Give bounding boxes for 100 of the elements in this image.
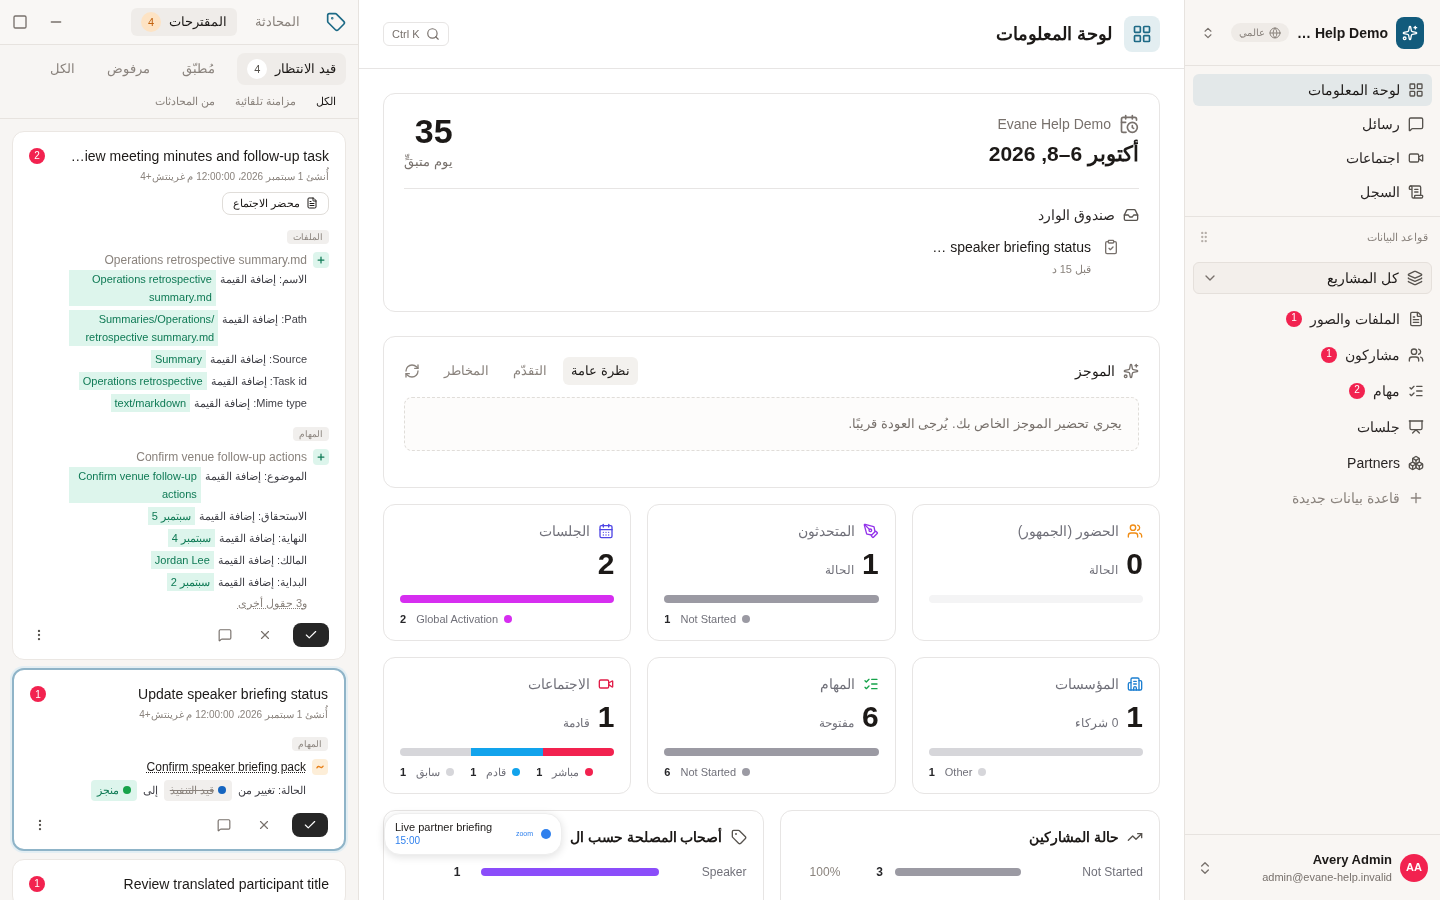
field-label: الموضوع: إضافة القيمة bbox=[204, 468, 307, 485]
change-label: الحالة: تغيير من bbox=[237, 783, 306, 799]
tab[interactable]: التقدّم bbox=[505, 357, 555, 385]
stat-value: 1 bbox=[597, 702, 615, 732]
user-name: Avery Admin bbox=[1311, 850, 1392, 869]
people-icon bbox=[1127, 523, 1143, 539]
stat-title: المهام bbox=[819, 675, 855, 694]
nav-item[interactable]: رسائل bbox=[1193, 108, 1432, 140]
tab[interactable]: المحادثة bbox=[245, 8, 310, 36]
legend-count: 1 bbox=[664, 612, 671, 627]
field-value: Summary bbox=[150, 349, 206, 368]
database-link[interactable]: مشاركون bbox=[1345, 344, 1400, 365]
legend-count: 1 bbox=[470, 765, 477, 780]
suggestion-title: Review translated participant title bbox=[123, 874, 329, 894]
stat-value: 1 bbox=[862, 549, 879, 579]
created-time: أُنشئ 1 سبتمبر 2026، 12:00:00 م غرينتش+4 bbox=[30, 707, 328, 722]
change-to-word: إلى bbox=[142, 783, 158, 799]
source-filter[interactable]: الكل bbox=[316, 93, 336, 110]
nav-item[interactable]: السجل bbox=[1193, 176, 1432, 208]
sparkles-icon bbox=[1402, 24, 1418, 41]
database-link[interactable]: الملفات والصور bbox=[1310, 308, 1400, 329]
stat-sublabel: الحالة bbox=[1089, 562, 1119, 578]
people-icon bbox=[1408, 346, 1424, 363]
brief-message: يجري تحضير الموجز الخاص بك. يُرجى العودة قريبًا. bbox=[404, 397, 1139, 451]
stat-value: 6 bbox=[862, 702, 879, 732]
tag-icon bbox=[326, 12, 346, 32]
legend-count: 1 bbox=[400, 765, 407, 780]
stat-title: المتحدثون bbox=[797, 522, 855, 541]
refresh-icon[interactable] bbox=[404, 363, 420, 379]
meeting-time: 15:00 bbox=[395, 834, 422, 848]
check-icon bbox=[304, 628, 318, 642]
created-time: أُنشئ 1 سبتمبر 2026، 12:00:00 م غرينتش+4 bbox=[29, 168, 329, 184]
database-link[interactable]: مهام bbox=[1373, 380, 1400, 401]
legend-count: 2 bbox=[400, 612, 407, 627]
field-label: الاستحقاق: إضافة القيمة bbox=[198, 508, 307, 525]
user-email: admin@evane-help.invalid bbox=[1262, 870, 1392, 885]
checklist-icon bbox=[862, 676, 879, 692]
grid-icon bbox=[1408, 82, 1424, 98]
stat-sublabel: قادمة bbox=[562, 715, 590, 731]
chat-bubble-icon bbox=[1408, 116, 1424, 132]
legend-count: 1 bbox=[928, 765, 935, 780]
source-filter[interactable]: من المحادثات bbox=[154, 93, 215, 110]
card-title: الموجز bbox=[1075, 362, 1115, 381]
search-button[interactable]: Ctrl K bbox=[383, 22, 449, 46]
layers-icon bbox=[1407, 269, 1423, 286]
calendar-icon bbox=[598, 523, 615, 539]
item-name: Confirm venue follow-up actions bbox=[136, 448, 307, 466]
search-icon bbox=[425, 27, 440, 41]
add-database-link[interactable]: قاعدة بيانات جديدة bbox=[1292, 487, 1400, 508]
group-label: المهام bbox=[292, 737, 328, 751]
project-filter[interactable]: كل المشاريع bbox=[1193, 261, 1432, 294]
legend-label: Not Started bbox=[680, 765, 737, 780]
stat-sublabel: مفتوحة bbox=[819, 715, 854, 731]
source-button[interactable]: محضر الاجتماع bbox=[221, 191, 329, 215]
filter-tab[interactable]: الكل bbox=[40, 53, 86, 85]
row-count: 3 bbox=[876, 864, 883, 881]
stat-sublabel: الحالة bbox=[825, 562, 854, 578]
video-camera-icon bbox=[598, 676, 615, 692]
tab[interactable]: المخاطر bbox=[436, 357, 497, 385]
pen-icon bbox=[862, 523, 879, 539]
filter-tab[interactable]: مرفوض bbox=[97, 53, 161, 85]
section-title: قواعد البيانات bbox=[1366, 230, 1428, 246]
checkbox-icon[interactable] bbox=[12, 14, 28, 30]
database-link[interactable]: جلسات bbox=[1357, 416, 1400, 437]
field-value: Operations retrospective summary.md bbox=[69, 269, 216, 306]
count-badge: 2 bbox=[29, 147, 45, 164]
field-value: text/markdown bbox=[110, 393, 191, 412]
grid-icon bbox=[1132, 24, 1152, 44]
video-camera-icon bbox=[1408, 150, 1424, 166]
count-badge: 2 bbox=[1349, 382, 1365, 399]
stat-title: الحضور (الجمهور) bbox=[1017, 522, 1119, 541]
database-link[interactable]: Partners bbox=[1347, 452, 1400, 473]
approve-button[interactable] bbox=[293, 623, 329, 647]
field-value: سبتمبر 2 bbox=[166, 572, 214, 591]
legend-label: Global Activation bbox=[416, 612, 499, 627]
meeting-title: Live partner briefing bbox=[395, 820, 494, 835]
suggestion-title: …iew meeting minutes and follow-up task bbox=[70, 146, 329, 166]
nav-item[interactable]: اجتماعات bbox=[1193, 142, 1432, 174]
item-name[interactable]: Confirm speaker briefing pack bbox=[146, 758, 306, 776]
count-badge: 1 bbox=[30, 686, 46, 702]
document-icon bbox=[1408, 310, 1424, 327]
stat-value: 2 bbox=[597, 549, 615, 579]
item-name: Operations retrospective summary.md bbox=[104, 251, 307, 269]
countdown-number: 35 bbox=[414, 114, 453, 148]
sparkles-icon bbox=[1123, 363, 1139, 379]
row-label: Not Started bbox=[1081, 864, 1143, 881]
nav-item[interactable]: لوحة المعلومات bbox=[1193, 74, 1432, 106]
status-to: منجز bbox=[90, 780, 137, 801]
stat-value: 1 bbox=[1126, 702, 1143, 732]
filter-tab[interactable]: مُطبّق bbox=[172, 53, 226, 85]
count-badge: 1 bbox=[1286, 310, 1303, 327]
approve-button[interactable] bbox=[292, 812, 328, 837]
field-value: Operations retrospective bbox=[78, 371, 207, 390]
stat-title: الاجتماعات bbox=[528, 675, 591, 694]
source-filter[interactable]: مزامنة تلقائية bbox=[234, 93, 296, 110]
tab[interactable]: نظرة عامة bbox=[563, 357, 638, 385]
field-value: Confirm venue follow-up actions bbox=[69, 466, 201, 503]
more-fields-link[interactable]: و3 حقول أخرى bbox=[237, 594, 307, 611]
stat-title: الجلسات bbox=[539, 522, 591, 541]
scope-badge: عالمي bbox=[1231, 23, 1289, 42]
